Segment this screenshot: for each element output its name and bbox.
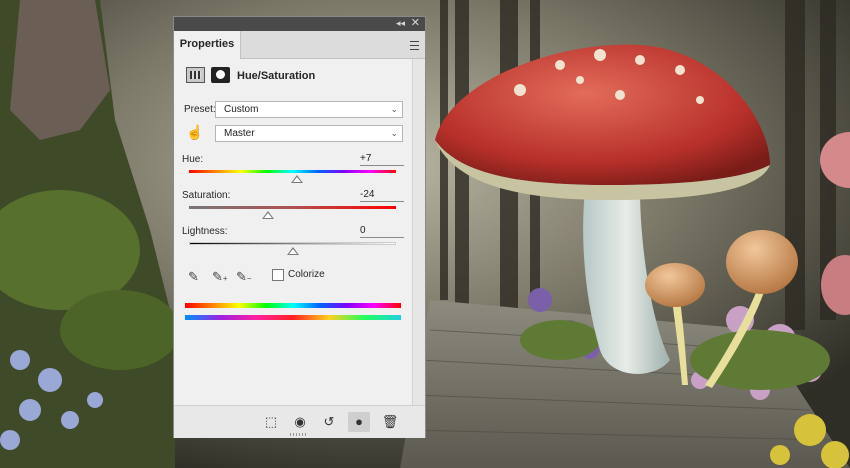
colorize-label: Colorize bbox=[288, 269, 325, 280]
close-panel-icon[interactable]: ✕ bbox=[411, 17, 420, 30]
saturation-slider-track[interactable] bbox=[189, 206, 396, 209]
input-color-spectrum-bar bbox=[185, 303, 401, 308]
panel-footer-toolbar: ⬚ ◉ ↺ ● 🗑 bbox=[174, 405, 425, 438]
preset-label: Preset: bbox=[184, 104, 216, 115]
hue-label: Hue: bbox=[182, 154, 204, 165]
saturation-label: Saturation: bbox=[182, 190, 231, 201]
colorize-checkbox[interactable] bbox=[272, 269, 284, 281]
preset-select[interactable]: Custom ⌄ bbox=[215, 101, 403, 118]
eyedropper-subtract-icon[interactable]: ✎− bbox=[236, 269, 252, 285]
trash-icon[interactable]: 🗑 bbox=[379, 412, 401, 432]
panel-menu-icon[interactable] bbox=[410, 41, 419, 50]
lightness-slider-track[interactable] bbox=[189, 242, 396, 245]
tab-properties[interactable]: Properties bbox=[174, 31, 241, 59]
hue-value-field[interactable]: +7 bbox=[360, 153, 404, 166]
adjustment-title: Hue/Saturation bbox=[237, 70, 316, 82]
visibility-eye-icon[interactable]: ● bbox=[348, 412, 370, 432]
chevron-down-icon: ⌄ bbox=[390, 128, 398, 138]
hue-sat-layer-icon[interactable] bbox=[186, 67, 205, 83]
targeted-adjust-hand-icon[interactable]: ☝ bbox=[186, 124, 203, 141]
lightness-label: Lightness: bbox=[182, 226, 228, 237]
channel-value: Master bbox=[224, 128, 255, 139]
collapse-panel-icon[interactable]: ◂◂ bbox=[396, 18, 405, 29]
view-previous-icon[interactable]: ◉ bbox=[289, 412, 311, 432]
panel-title-bar: ◂◂ ✕ bbox=[174, 17, 425, 31]
mask-icon[interactable] bbox=[211, 67, 230, 83]
properties-panel: ◂◂ ✕ Properties Hue/Saturation Preset: C… bbox=[173, 16, 426, 438]
hue-slider-thumb[interactable] bbox=[290, 175, 303, 183]
panel-scrollbar[interactable] bbox=[412, 59, 425, 405]
saturation-value-field[interactable]: -24 bbox=[360, 189, 404, 202]
output-color-spectrum-bar bbox=[185, 315, 401, 320]
chevron-down-icon: ⌄ bbox=[390, 104, 398, 114]
hue-slider-track[interactable] bbox=[189, 170, 396, 173]
clip-to-layer-icon[interactable]: ⬚ bbox=[260, 412, 282, 432]
saturation-slider-thumb[interactable] bbox=[261, 211, 274, 219]
eyedropper-icon[interactable]: ✎ bbox=[188, 269, 204, 285]
lightness-slider-thumb[interactable] bbox=[286, 247, 299, 255]
eyedropper-add-icon[interactable]: ✎+ bbox=[212, 269, 228, 285]
channel-select[interactable]: Master ⌄ bbox=[215, 125, 403, 142]
panel-tab-bar: Properties bbox=[174, 31, 425, 59]
reset-icon[interactable]: ↺ bbox=[318, 412, 340, 432]
lightness-value-field[interactable]: 0 bbox=[360, 225, 404, 238]
preset-value: Custom bbox=[224, 104, 259, 115]
resize-grip[interactable] bbox=[290, 433, 308, 436]
